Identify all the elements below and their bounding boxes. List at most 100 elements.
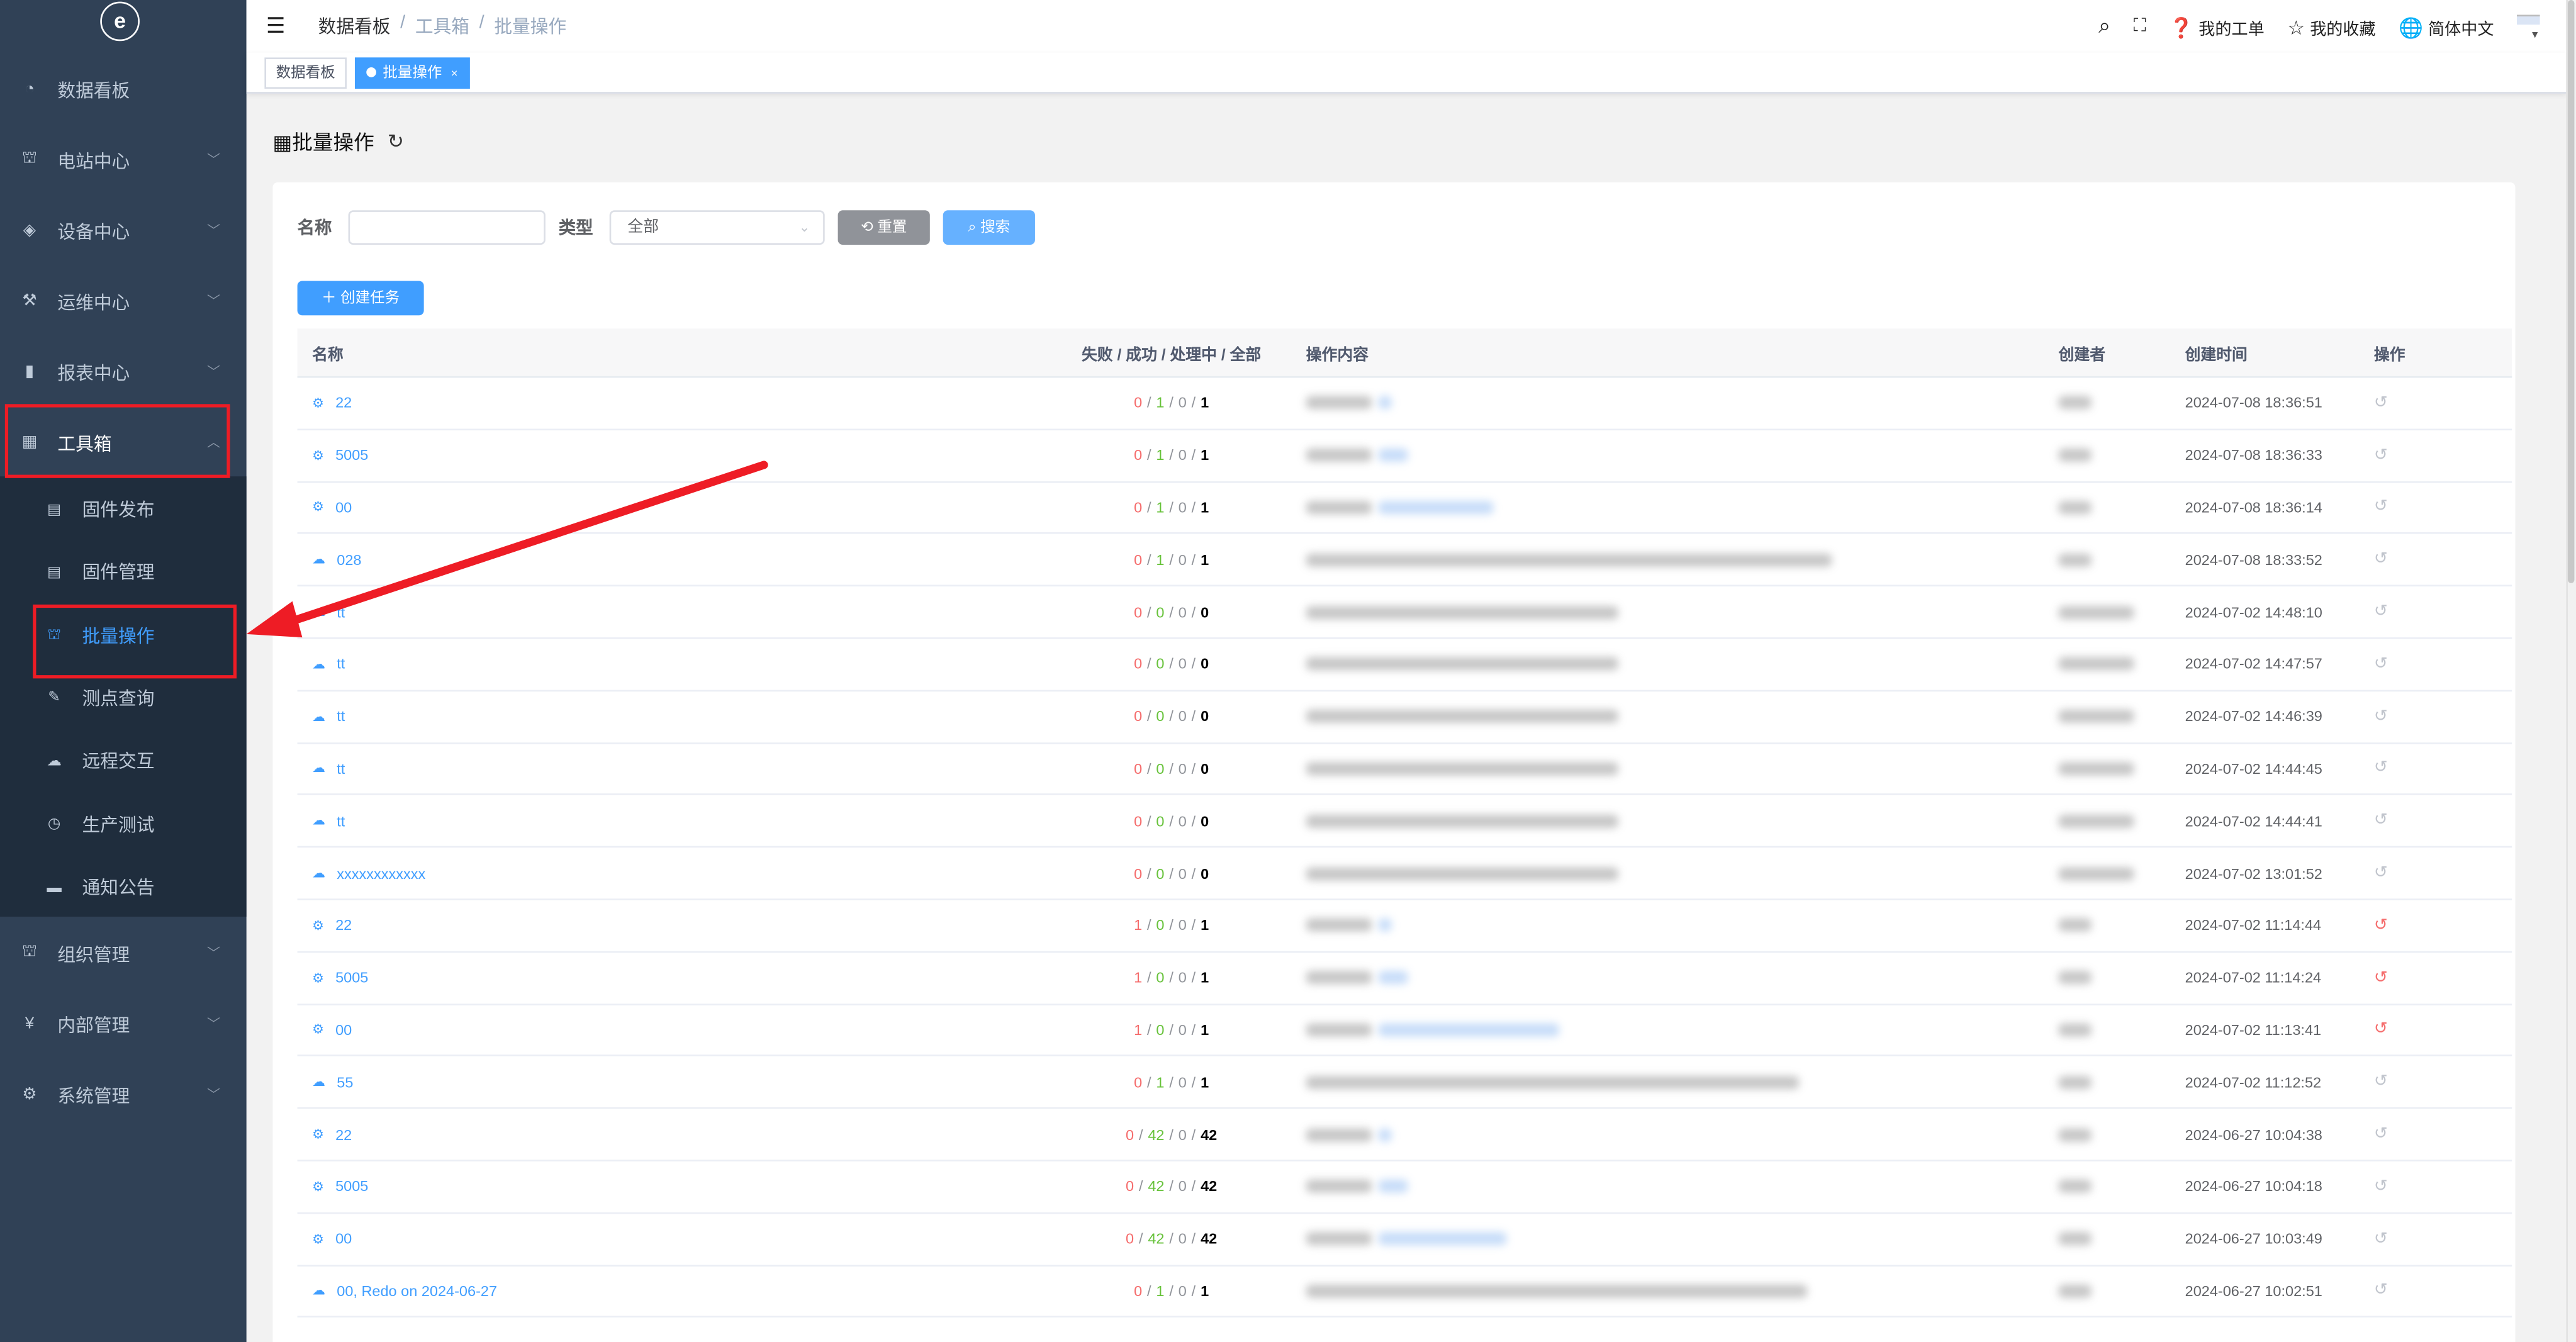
table-row: ☁ xxxxxxxxxxxx 0/ 0/ 0/ 0 2024-07-02 13:0… [297,848,2512,900]
operation-content-redacted [1306,587,1618,637]
fullscreen-icon[interactable]: ⛶ [2134,16,2146,37]
create-task-button[interactable]: ＋ 创建任务 [297,281,424,316]
retry-icon[interactable]: ↺ [2374,691,2388,742]
task-name-link[interactable]: ⚙ 5005 [312,953,368,1003]
sidebar-item-8[interactable]: ⚙ 系统管理 ﹀ [0,1060,247,1130]
tag-batch-operation[interactable]: 批量操作 × [354,57,469,89]
my-tickets-label: 我的工单 [2198,20,2265,39]
cloud-upload-icon: ☁ [312,814,325,829]
task-name-link[interactable]: ⚙ 5005 [312,1161,368,1212]
sidebar-subitem-2[interactable]: ⛫ 批量操作 [0,604,247,666]
gear-icon: ⚙ [312,918,324,933]
table-row: ⚙ 5005 1/ 0/ 0/ 1 2024-07-02 11:14:24 ↺ [297,953,2512,1005]
created-time: 2024-07-02 13:01:52 [2185,864,2322,882]
close-icon[interactable]: × [451,69,458,81]
user-avatar[interactable]: ▼ [2517,6,2543,46]
sidebar-subitem-6[interactable]: ▬ 通知公告 [0,856,247,918]
task-name-link[interactable]: ⚙ 00 [312,1005,352,1055]
operation-content-redacted [1306,953,1408,1003]
retry-icon[interactable]: ↺ [2374,848,2388,898]
operation-content-redacted [1306,744,1618,794]
scrollbar-thumb[interactable] [2567,0,2575,583]
task-name-link[interactable]: ☁ 55 [312,1057,353,1107]
sidebar-item-6[interactable]: ⛫ 组织管理 ﹀ [0,919,247,989]
type-select[interactable]: 全部 ⌄ [609,210,825,245]
sidebar-item-2[interactable]: ◈ 设备中心 ﹀ [0,196,247,266]
sidebar-item-5[interactable]: ▦ 工具箱 ︿ [0,408,247,478]
table-row: ☁ tt 0/ 0/ 0/ 0 2024-07-02 14:46:39 ↺ [297,691,2512,744]
processing-count: 0 [1178,708,1187,725]
sidebar-item-1[interactable]: ⛫ 电站中心 ﹀ [0,125,247,195]
my-tickets-button[interactable]: ❓ 我的工单 [2169,14,2265,39]
cloud-upload-icon: ☁ [312,1283,325,1299]
retry-icon[interactable]: ↺ [2374,744,2388,794]
table-row: ☁ tt 0/ 0/ 0/ 0 2024-07-02 14:47:57 ↺ [297,639,2512,691]
task-name-link[interactable]: ☁ tt [312,691,345,742]
task-name-link[interactable]: ☁ tt [312,744,345,794]
retry-icon[interactable]: ↺ [2374,535,2388,585]
retry-icon[interactable]: ↺ [2374,1266,2388,1316]
total-count: 0 [1201,864,1209,882]
retry-icon[interactable]: ↺ [2374,1214,2388,1264]
my-favorites-button[interactable]: ☆ 我的收藏 [2287,14,2375,39]
language-selector[interactable]: 🌐 简体中文 [2399,14,2494,39]
refresh-icon[interactable]: ↻ [388,129,404,152]
name-input[interactable] [348,210,546,245]
task-name-link[interactable]: ⚙ 22 [312,900,352,951]
retry-icon[interactable]: ↺ [2374,378,2388,428]
retry-icon[interactable]: ↺ [2374,1161,2388,1212]
sidebar-subitem-0[interactable]: ▤ 固件发布 [0,478,247,540]
operation-content-redacted [1306,1005,1559,1055]
tag-dashboard[interactable]: 数据看板 [264,57,347,89]
retry-icon[interactable]: ↺ [2374,483,2388,533]
type-select-value: 全部 [627,218,659,237]
logo[interactable]: e [100,1,140,42]
total-count: 0 [1201,760,1209,777]
fail-count: 0 [1126,1126,1134,1143]
created-time: 2024-07-02 11:12:52 [2185,1074,2322,1091]
page-scrollbar[interactable] [2566,0,2576,1342]
table-row: ⚙ 00 0/ 42/ 0/ 42 2024-06-27 10:03:49 ↺ [297,1214,2512,1267]
retry-icon[interactable]: ↺ [2374,1109,2388,1160]
breadcrumb-item[interactable]: 数据看板 [318,13,391,40]
task-name-link[interactable]: ⚙ 00 [312,483,352,533]
task-name-link[interactable]: ☁ 028 [312,535,361,585]
retry-icon[interactable]: ↺ [2374,953,2388,1003]
sidebar-subitem-4[interactable]: ☁ 远程交互 [0,730,247,792]
retry-icon[interactable]: ↺ [2374,1005,2388,1055]
task-name-link[interactable]: ⚙ 5005 [312,430,368,481]
sidebar-item-label: 工具箱 [57,434,112,454]
retry-icon[interactable]: ↺ [2374,639,2388,690]
sidebar-item-4[interactable]: ▮ 报表中心 ﹀ [0,337,247,407]
retry-icon[interactable]: ↺ [2374,587,2388,637]
sidebar-subitem-1[interactable]: ▤ 固件管理 [0,541,247,603]
sidebar-subitem-label: 固件管理 [82,564,155,584]
search-icon[interactable]: ⌕ [2098,13,2110,40]
task-name-link[interactable]: ⚙ 22 [312,378,352,428]
sidebar-item-3[interactable]: ⚒ 运维中心 ﹀ [0,266,247,337]
sidebar-item-7[interactable]: ¥ 内部管理 ﹀ [0,989,247,1060]
creator-redacted [2058,1109,2092,1160]
sidebar-subitem-3[interactable]: ✎ 测点查询 [0,667,247,729]
task-name-link[interactable]: ☁ tt [312,639,345,690]
hamburger-icon[interactable]: ☰ [266,13,285,40]
retry-icon[interactable]: ↺ [2374,900,2388,951]
task-name-link[interactable]: ☁ 00, Redo on 2024-06-27 [312,1266,497,1316]
sidebar-item-0[interactable]: ◔ 数据看板 [0,54,247,125]
task-name-link[interactable]: ☁ tt [312,587,345,637]
task-name-link[interactable]: ⚙ 22 [312,1109,352,1160]
task-name-link[interactable]: ⚙ 00 [312,1214,352,1264]
retry-icon[interactable]: ↺ [2374,1057,2388,1107]
sidebar: e ◔ 数据看板 ⛫ 电站中心 ﹀ ◈ 设备中心 ﹀ ⚒ 运维中心 ﹀ ▮ 报表中心 ﹀ ▦ 工具箱 ︿ ⛫ 组织管… [0,0,247,1342]
created-time: 2024-07-02 14:47:57 [2185,656,2322,673]
task-name-link[interactable]: ☁ xxxxxxxxxxxx [312,848,425,898]
tags-view: 数据看板 批量操作 × [246,52,2567,94]
created-time: 2024-07-02 11:13:41 [2185,1022,2322,1039]
total-count: 0 [1201,708,1209,725]
retry-icon[interactable]: ↺ [2374,796,2388,846]
reset-button[interactable]: ⟲ 重置 [837,210,930,245]
retry-icon[interactable]: ↺ [2374,430,2388,481]
search-button[interactable]: ⌕ 搜索 [943,210,1035,245]
sidebar-subitem-5[interactable]: ◷ 生产测试 [0,793,247,855]
task-name-link[interactable]: ☁ tt [312,796,345,846]
